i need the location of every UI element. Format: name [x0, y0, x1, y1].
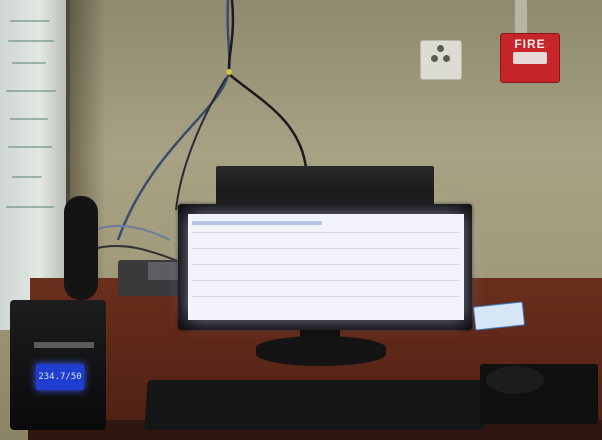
keyboard — [144, 380, 488, 430]
ups-label-strip — [34, 342, 94, 348]
screen-row — [192, 296, 460, 297]
mouse — [486, 366, 544, 394]
ups-display: 234.7/50 — [36, 364, 84, 390]
screen-row — [192, 280, 460, 281]
black-wheel — [64, 196, 98, 300]
screen-row — [192, 232, 460, 233]
screen-toolbar — [192, 221, 322, 225]
screen-row — [192, 264, 460, 265]
screen-row — [192, 248, 460, 249]
monitor-stand — [256, 336, 386, 366]
network-device-panel — [148, 262, 182, 280]
monitor-screen — [188, 214, 464, 320]
office-desk-photo: FIRE 234.7/50 — [0, 0, 602, 440]
